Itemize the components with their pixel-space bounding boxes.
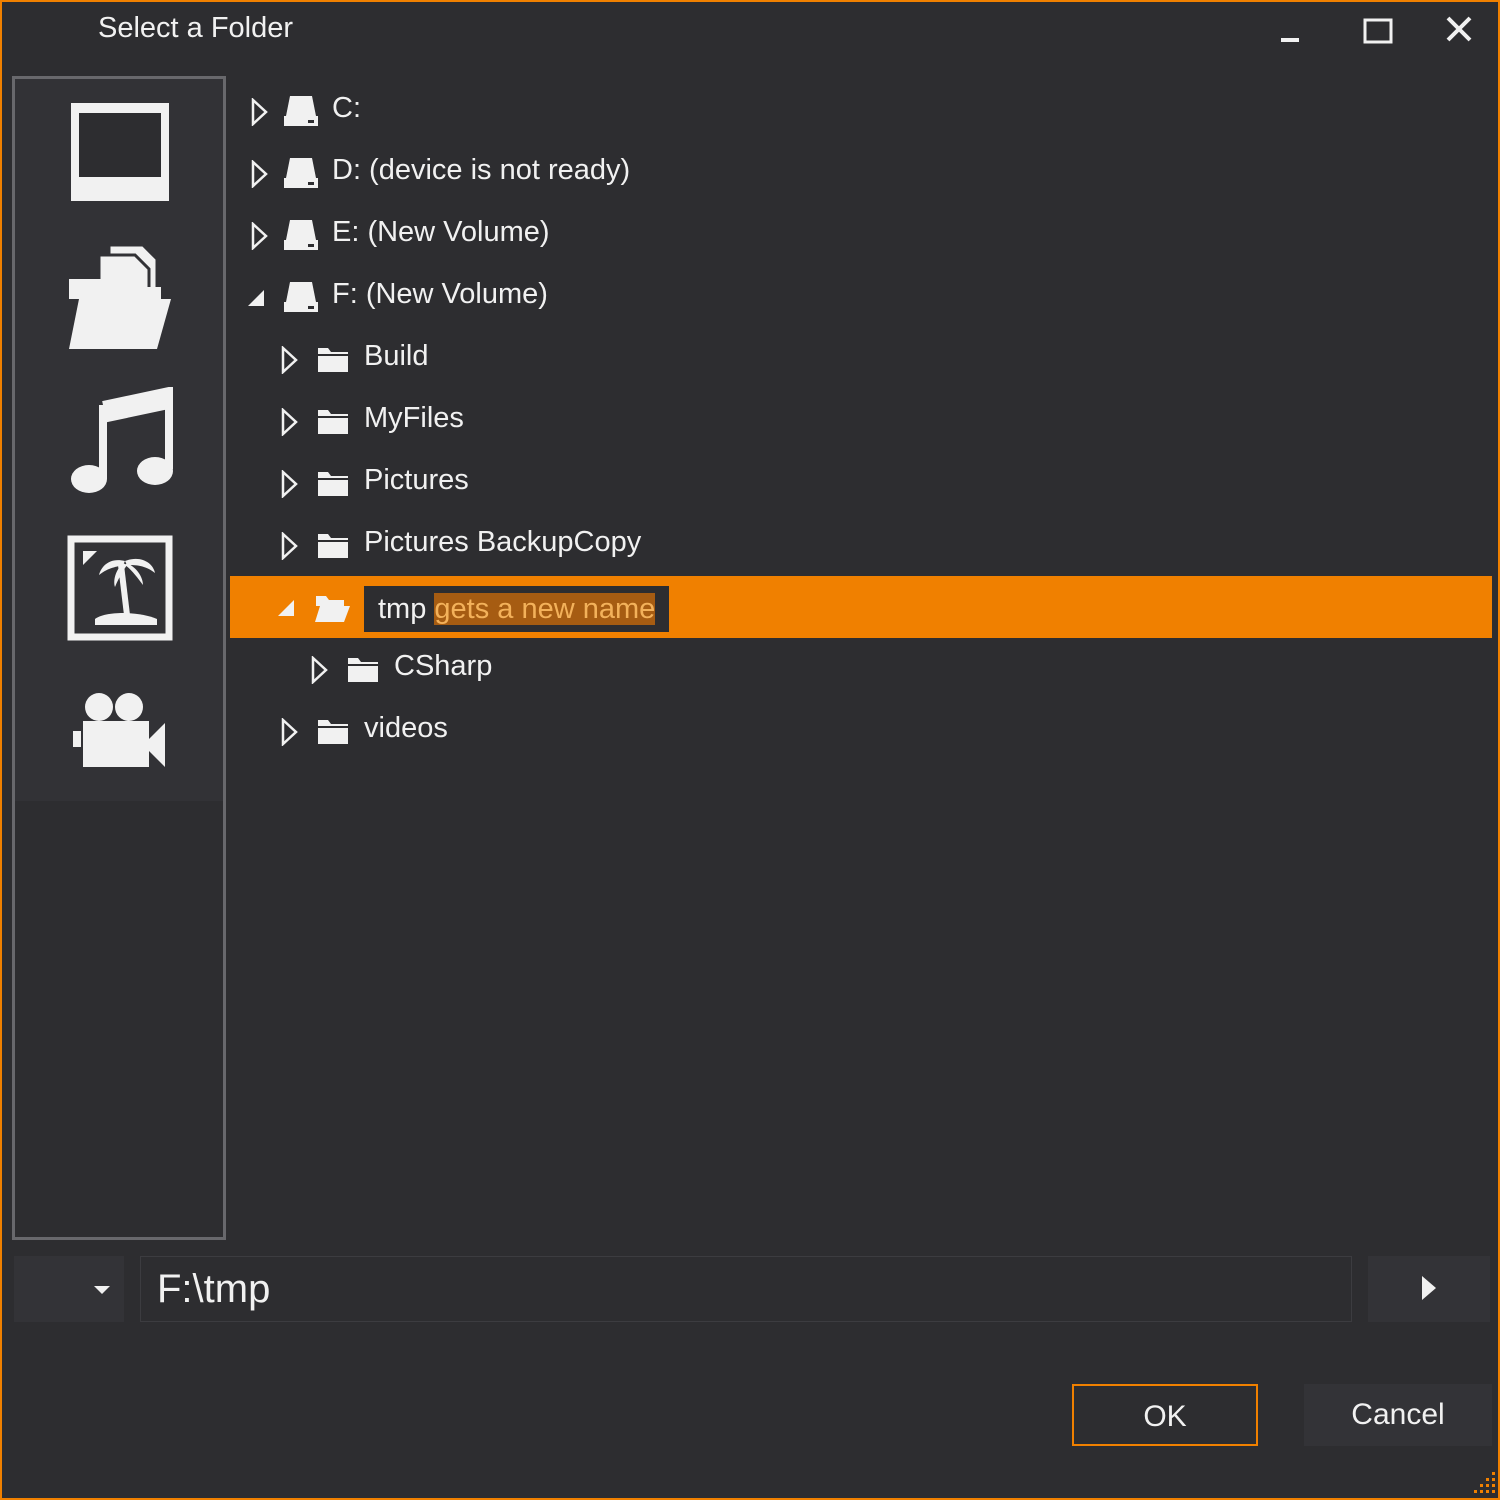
folder-tree: C: D: (device is not ready) E: (New Volu… [230,80,1492,1240]
expand-arrow-icon[interactable] [280,718,300,746]
tree-item-label: F: (New Volume) [332,278,548,310]
folder-icon [348,658,378,682]
maximize-icon [1363,18,1393,44]
expand-arrow-icon[interactable] [280,532,300,560]
expand-arrow-icon[interactable] [250,160,270,188]
close-icon [1446,16,1472,42]
expand-arrow-icon[interactable] [250,98,270,126]
tree-item-pictures[interactable]: Pictures [230,452,1492,514]
sidebar-item-pictures[interactable] [65,535,175,645]
tree-item-c-drive[interactable]: C: [230,80,1492,142]
tree-item-label: Build [364,340,429,372]
tree-item-label: MyFiles [364,402,464,434]
maximize-button[interactable] [1352,10,1402,54]
tree-item-label: CSharp [394,650,493,682]
rename-input[interactable]: tmp gets a new name [362,584,672,634]
expand-arrow-icon[interactable] [250,222,270,250]
videos-icon [73,693,165,767]
computer-icon [71,103,169,201]
close-button[interactable] [1434,10,1484,54]
play-arrow-icon [1422,1276,1436,1300]
resize-grip-icon[interactable] [1468,1468,1498,1498]
tree-item-tmp[interactable]: tmp gets a new name [230,576,1492,638]
tree-item-label: Pictures BackupCopy [364,526,642,558]
tree-item-videos[interactable]: videos [230,700,1492,762]
cancel-button[interactable]: Cancel [1304,1384,1492,1446]
expand-arrow-icon[interactable] [280,470,300,498]
drive-icon [284,282,318,312]
ok-button[interactable]: OK [1072,1384,1258,1446]
collapse-arrow-icon[interactable] [274,594,294,622]
select-folder-dialog: Select a Folder C: D: (device is not rea… [0,0,1500,1500]
pictures-icon [67,535,173,641]
sidebar-item-documents[interactable] [65,241,175,351]
tree-item-label: D: (device is not ready) [332,154,631,186]
minimize-button[interactable] [1266,10,1316,54]
tree-item-d-drive[interactable]: D: (device is not ready) [230,142,1492,204]
go-button[interactable] [1368,1256,1490,1322]
folder-icon [318,720,348,744]
tree-item-label: C: [332,92,361,124]
expand-arrow-icon[interactable] [310,656,330,684]
expand-arrow-icon[interactable] [280,346,300,374]
drive-icon [284,96,318,126]
sidebar-item-videos[interactable] [65,679,175,789]
folder-icon [318,410,348,434]
folder-icon [318,534,348,558]
tree-item-build[interactable]: Build [230,328,1492,390]
folder-icon [318,348,348,372]
drive-icon [284,158,318,188]
tree-item-label: videos [364,712,448,744]
tree-item-label: Pictures [364,464,469,496]
chevron-down-icon [94,1286,110,1294]
tree-item-label: E: (New Volume) [332,216,550,248]
history-dropdown-button[interactable] [14,1256,124,1322]
minimize-icon [1281,38,1299,42]
folder-open-icon [315,596,350,622]
folder-icon [318,472,348,496]
tree-item-myfiles[interactable]: MyFiles [230,390,1492,452]
documents-folder-icon [69,243,171,349]
tree-item-pictures-backupcopy[interactable]: Pictures BackupCopy [230,514,1492,576]
sidebar-item-music[interactable] [65,386,175,497]
rename-input-selected-text: gets a new name [434,593,656,625]
drive-icon [284,220,318,250]
music-icon [71,386,173,493]
rename-input-text: tmp [378,593,435,625]
expand-arrow-icon[interactable] [280,408,300,436]
path-input[interactable]: F:\tmp [140,1256,1352,1322]
places-sidebar [12,76,226,1240]
collapse-arrow-icon[interactable] [244,284,264,312]
tree-item-e-drive[interactable]: E: (New Volume) [230,204,1492,266]
tree-item-csharp[interactable]: CSharp [230,638,1492,700]
sidebar-item-computer[interactable] [65,99,175,209]
tree-item-f-drive[interactable]: F: (New Volume) [230,266,1492,328]
window-title: Select a Folder [98,12,294,44]
